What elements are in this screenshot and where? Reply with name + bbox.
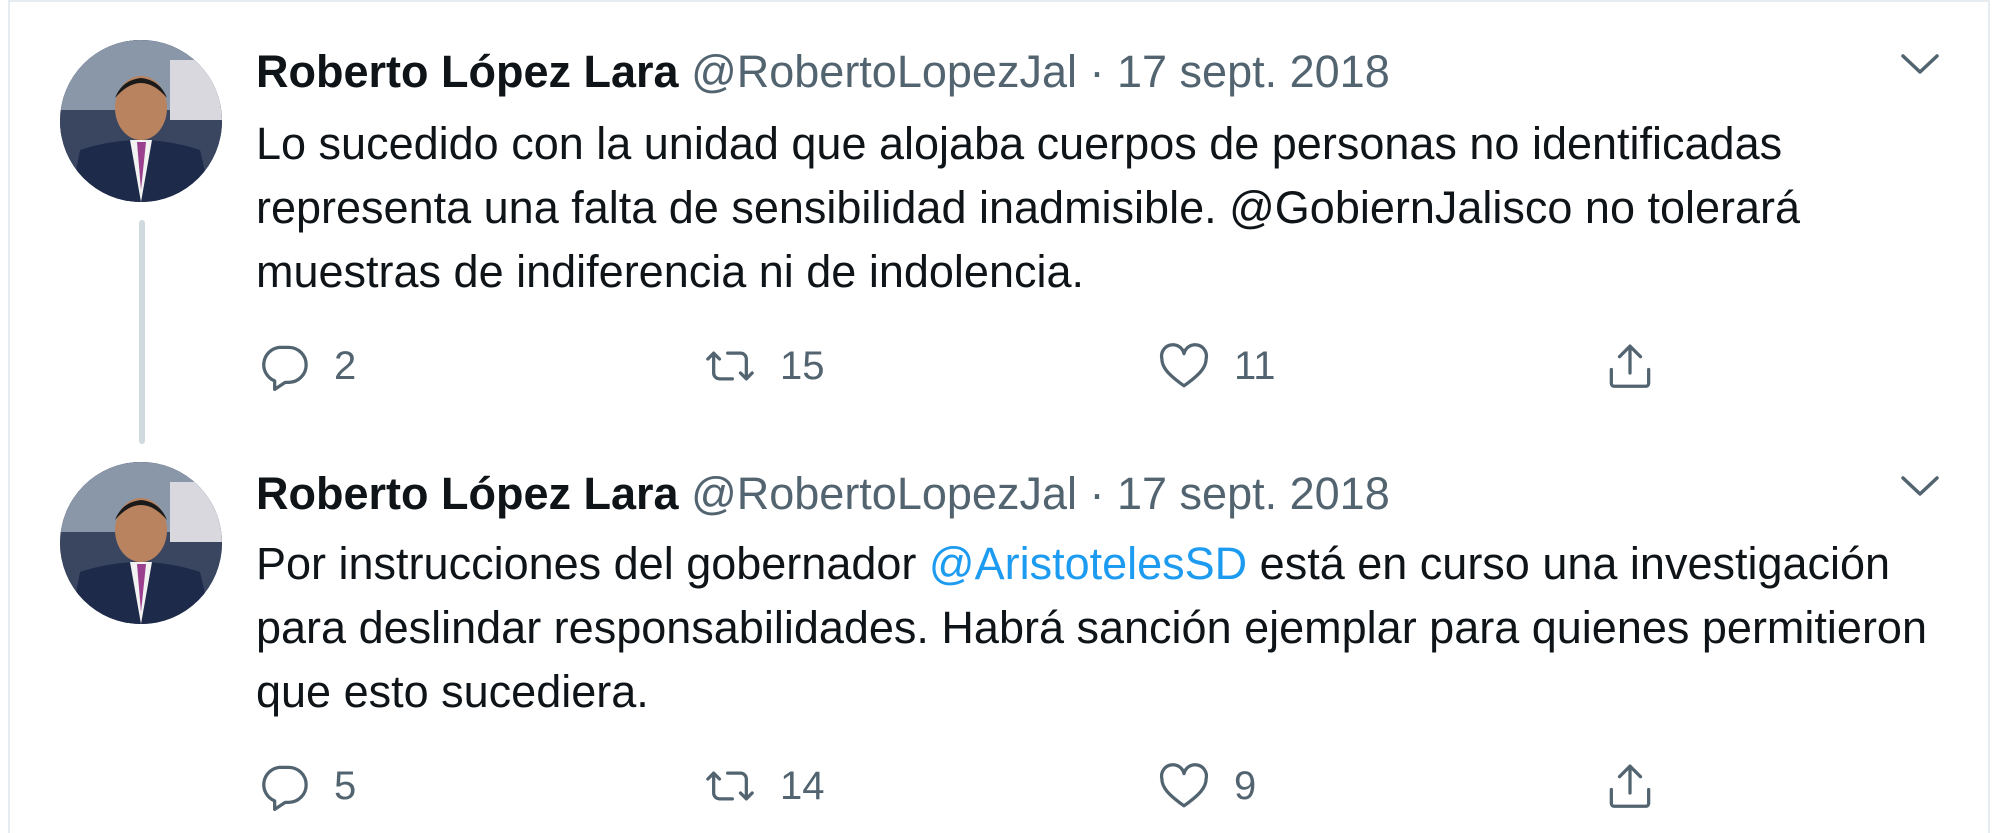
tweet-actions: 2 15 11 xyxy=(256,336,1706,396)
tweet-text: Lo sucedido con la unidad que alojaba cu… xyxy=(256,112,1936,304)
tweet-text-part: Por instrucciones del gobernador xyxy=(256,538,929,589)
chevron-down-icon[interactable] xyxy=(1900,52,1940,78)
tweet-text: Por instrucciones del gobernador @Aristo… xyxy=(256,532,1936,724)
author-handle[interactable]: @RobertoLopezJal xyxy=(691,468,1077,519)
retweet-icon xyxy=(706,351,754,381)
reply-button[interactable]: 5 xyxy=(256,756,356,816)
avatar[interactable] xyxy=(60,40,222,202)
retweet-button[interactable]: 14 xyxy=(702,756,825,816)
share-button[interactable] xyxy=(1602,336,1658,396)
mention-link[interactable]: @AristotelesSD xyxy=(929,538,1247,589)
retweet-button[interactable]: 15 xyxy=(702,336,825,396)
reply-icon xyxy=(262,765,308,811)
reply-count: 2 xyxy=(334,343,357,388)
chevron-down-icon[interactable] xyxy=(1900,474,1940,500)
avatar-image xyxy=(60,462,222,624)
reply-button[interactable]: 2 xyxy=(256,336,356,396)
reply-count: 5 xyxy=(334,763,357,808)
retweet-count: 14 xyxy=(780,763,825,808)
tweet-header: Roberto López Lara @RobertoLopezJal · 17… xyxy=(256,466,1390,522)
retweet-icon xyxy=(706,771,754,801)
tweet-date[interactable]: 17 sept. 2018 xyxy=(1117,468,1390,519)
like-button[interactable]: 9 xyxy=(1156,756,1256,816)
share-button[interactable] xyxy=(1602,756,1658,816)
thread-connector xyxy=(139,220,145,444)
author-name[interactable]: Roberto López Lara xyxy=(256,46,679,97)
separator: · xyxy=(1089,468,1105,519)
avatar-image xyxy=(60,40,222,202)
author-handle[interactable]: @RobertoLopezJal xyxy=(691,46,1077,97)
like-button[interactable]: 11 xyxy=(1156,336,1276,396)
like-count: 11 xyxy=(1234,343,1276,388)
like-icon xyxy=(1159,343,1209,388)
tweet-date[interactable]: 17 sept. 2018 xyxy=(1117,46,1390,97)
tweet-actions: 5 14 9 xyxy=(256,756,1706,816)
like-icon xyxy=(1159,763,1209,808)
share-icon xyxy=(1609,764,1651,808)
tweet-text-part: Lo sucedido con la unidad que alojaba cu… xyxy=(256,118,1801,297)
like-count: 9 xyxy=(1234,763,1257,808)
author-name[interactable]: Roberto López Lara xyxy=(256,468,679,519)
share-icon xyxy=(1609,344,1651,388)
avatar[interactable] xyxy=(60,462,222,624)
separator: · xyxy=(1089,46,1105,97)
tweet-header: Roberto López Lara @RobertoLopezJal · 17… xyxy=(256,44,1390,100)
reply-icon xyxy=(262,345,308,391)
retweet-count: 15 xyxy=(780,343,825,388)
